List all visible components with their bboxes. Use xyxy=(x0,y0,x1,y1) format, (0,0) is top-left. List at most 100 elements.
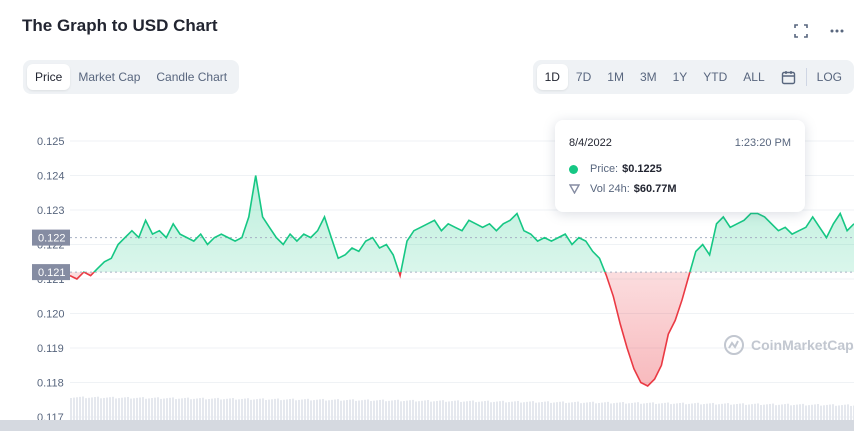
volume-bar xyxy=(787,403,789,420)
tab-candle-chart[interactable]: Candle Chart xyxy=(148,64,235,90)
volume-bar xyxy=(469,400,471,420)
volume-bar xyxy=(736,403,738,420)
volume-bar xyxy=(595,403,597,420)
chart-toolbar-icons xyxy=(792,22,846,40)
volume-bar xyxy=(322,398,324,420)
volume-bar xyxy=(631,402,633,420)
volume-bar xyxy=(607,401,609,420)
volume-bar xyxy=(535,402,537,420)
volume-bar xyxy=(781,404,783,420)
volume-bar xyxy=(346,400,348,420)
volume-bar xyxy=(583,402,585,420)
volume-bar xyxy=(598,402,600,420)
volume-bar xyxy=(565,403,567,420)
volume-bar xyxy=(151,398,153,420)
volume-bar xyxy=(196,398,198,420)
volume-bar xyxy=(715,404,717,420)
more-icon[interactable] xyxy=(828,22,846,40)
tab-market-cap[interactable]: Market Cap xyxy=(70,64,148,90)
volume-bar xyxy=(391,400,393,420)
volume-bar xyxy=(385,401,387,420)
volume-bar xyxy=(451,401,453,420)
volume-bar xyxy=(424,400,426,420)
volume-bar xyxy=(403,400,405,420)
range-all[interactable]: ALL xyxy=(735,64,772,90)
volume-bar xyxy=(670,404,672,420)
volume-bar xyxy=(616,402,618,420)
volume-bar xyxy=(697,402,699,420)
volume-bar xyxy=(274,398,276,420)
volume-bar xyxy=(817,404,819,420)
y-tick-label: 0.123 xyxy=(37,205,65,217)
volume-bar xyxy=(619,402,621,420)
volume-bar xyxy=(808,405,810,420)
volume-bar xyxy=(589,402,591,420)
log-toggle[interactable]: LOG xyxy=(809,64,850,90)
volume-bar xyxy=(637,402,639,420)
volume-bar xyxy=(604,402,606,420)
volume-bar xyxy=(802,403,804,420)
volume-bar xyxy=(79,396,81,420)
volume-bar xyxy=(814,404,816,420)
volume-bar xyxy=(790,405,792,420)
bottom-scrollbar[interactable] xyxy=(0,420,854,431)
range-1y[interactable]: 1Y xyxy=(665,64,696,90)
volume-bar xyxy=(157,397,159,420)
tooltip-volume-value: $60.77M xyxy=(633,183,677,195)
range-7d[interactable]: 7D xyxy=(568,64,599,90)
tooltip-price-label: Price: xyxy=(590,163,619,175)
volume-bar xyxy=(850,405,852,420)
volume-bar xyxy=(634,402,636,420)
volume-bar xyxy=(454,400,456,420)
volume-bar xyxy=(556,402,558,420)
volume-bar xyxy=(727,403,729,420)
price-tooltip: 8/4/2022 1:23:20 PM Price: $0.1225 Vol 2… xyxy=(555,120,805,212)
volume-bar xyxy=(760,405,762,420)
volume-bar xyxy=(199,398,201,420)
volume-bar xyxy=(154,397,156,420)
volume-bar xyxy=(73,397,75,420)
tooltip-volume-label: Vol 24h: xyxy=(590,183,630,195)
volume-bar xyxy=(580,403,582,420)
volume-bar xyxy=(220,399,222,420)
page-title: The Graph to USD Chart xyxy=(22,16,218,35)
volume-bar xyxy=(493,401,495,420)
volume-bar xyxy=(439,400,441,420)
volume-bar xyxy=(343,400,345,420)
volume-bar xyxy=(763,404,765,420)
tooltip-date: 8/4/2022 xyxy=(569,137,612,149)
volume-bar xyxy=(694,403,696,420)
tab-price[interactable]: Price xyxy=(27,64,71,90)
volume-bar xyxy=(577,401,579,420)
volume-bar xyxy=(511,401,513,420)
y-tick-label: 0.124 xyxy=(37,171,65,183)
volume-bar xyxy=(688,403,690,420)
range-ytd[interactable]: YTD xyxy=(695,64,735,90)
volume-bar xyxy=(364,399,366,420)
fullscreen-icon[interactable] xyxy=(792,22,810,40)
volume-bar xyxy=(472,400,474,420)
range-1m[interactable]: 1M xyxy=(599,64,632,90)
volume-bar xyxy=(433,401,435,420)
volume-bar xyxy=(769,403,771,420)
volume-bar xyxy=(661,403,663,420)
watermark-text: CoinMarketCap xyxy=(751,337,854,353)
volume-bar xyxy=(709,403,711,420)
y-tick-label: 0.119 xyxy=(37,343,64,355)
volume-bar xyxy=(268,399,270,420)
volume-bar xyxy=(544,401,546,420)
volume-bar xyxy=(367,399,369,420)
volume-bar xyxy=(259,398,261,420)
volume-bar xyxy=(517,400,519,420)
range-3m[interactable]: 3M xyxy=(632,64,665,90)
volume-bar xyxy=(778,404,780,420)
volume-bar xyxy=(757,403,759,420)
volume-bar xyxy=(652,402,654,420)
volume-bar xyxy=(121,397,123,420)
range-1d[interactable]: 1D xyxy=(536,64,568,90)
volume-bar xyxy=(457,400,459,420)
price-dot-icon xyxy=(569,164,578,174)
calendar-button[interactable] xyxy=(773,64,804,90)
volume-bar xyxy=(430,401,432,420)
volume-bar xyxy=(766,404,768,420)
